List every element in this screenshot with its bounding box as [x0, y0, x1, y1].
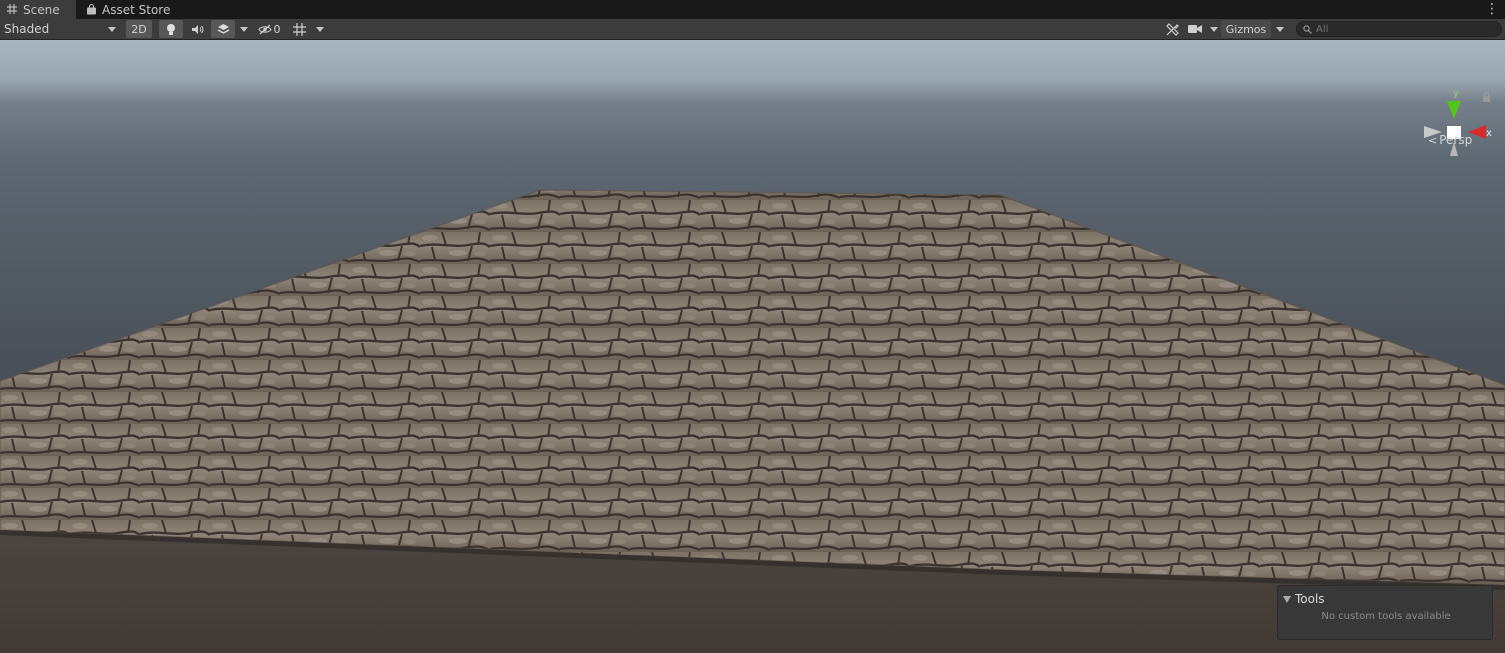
perspective-icon: < [1428, 133, 1438, 147]
gizmos-label: Gizmos [1225, 22, 1267, 36]
chevron-down-icon [1276, 26, 1284, 32]
2d-toggle-label: 2D [131, 22, 147, 36]
tools-overlay[interactable]: Tools No custom tools available [1277, 585, 1493, 640]
hidden-count: 0 [273, 22, 281, 36]
draw-mode-dropdown[interactable]: Shaded [4, 20, 120, 38]
tools-overlay-title: Tools [1295, 592, 1325, 606]
y-axis-cone-icon[interactable] [1447, 101, 1461, 119]
grid-dropdown[interactable] [313, 20, 327, 38]
grid-toggle-button[interactable] [289, 20, 309, 38]
search-input[interactable] [1316, 23, 1496, 35]
lock-icon[interactable] [1482, 92, 1491, 102]
chevron-down-icon [240, 26, 248, 32]
scene-viewport[interactable]: y x < Persp Tools No custom tools availa… [0, 40, 1505, 653]
editor-tab-bar: Scene Asset Store ⋮ [0, 0, 1505, 19]
speaker-icon [191, 24, 203, 34]
tools-toggle-button[interactable] [1161, 20, 1183, 38]
camera-dropdown[interactable] [1188, 20, 1218, 38]
scene-toolbar: Shaded 2D 0 Gizmos [0, 19, 1505, 40]
effects-dropdown[interactable] [237, 20, 251, 38]
tab-scene-label: Scene [23, 2, 60, 17]
effects-toggle-button[interactable] [211, 20, 235, 38]
hidden-objects-toggle[interactable]: 0 [253, 20, 285, 38]
gizmo-x-label: x [1486, 128, 1492, 139]
gizmos-dropdown[interactable] [1272, 20, 1288, 38]
tools-overlay-message: No custom tools available [1321, 611, 1451, 622]
hierarchy-search[interactable] [1296, 21, 1502, 37]
grid-icon [6, 3, 18, 16]
lightbulb-icon [167, 23, 175, 35]
grid-snap-icon [292, 22, 306, 36]
chevron-down-icon [108, 26, 116, 32]
gizmos-button[interactable]: Gizmos [1221, 20, 1271, 38]
tab-asset-store[interactable]: Asset Store [79, 0, 179, 19]
projection-label: Persp [1439, 133, 1473, 147]
collapse-triangle-icon[interactable] [1283, 595, 1291, 603]
camera-icon [1188, 25, 1202, 33]
more-options-icon[interactable]: ⋮ [1485, 1, 1499, 17]
tab-scene[interactable]: Scene [0, 0, 76, 19]
bag-icon [85, 3, 97, 16]
projection-toggle[interactable]: < Persp [1428, 133, 1472, 147]
draw-mode-value: Shaded [4, 22, 50, 36]
eye-slash-icon [257, 24, 272, 34]
layers-icon [217, 24, 229, 34]
2d-toggle-button[interactable]: 2D [126, 20, 152, 38]
tools-icon [1165, 22, 1179, 36]
search-icon [1303, 24, 1312, 34]
chevron-down-icon [1210, 26, 1218, 32]
lighting-toggle-button[interactable] [159, 20, 183, 38]
tab-asset-store-label: Asset Store [102, 2, 171, 17]
tools-overlay-header[interactable]: Tools [1283, 592, 1325, 606]
audio-toggle-button[interactable] [185, 20, 209, 38]
stone-floor-plane [0, 189, 1505, 590]
chevron-down-icon [316, 26, 324, 32]
gizmo-y-label: y [1453, 88, 1459, 99]
